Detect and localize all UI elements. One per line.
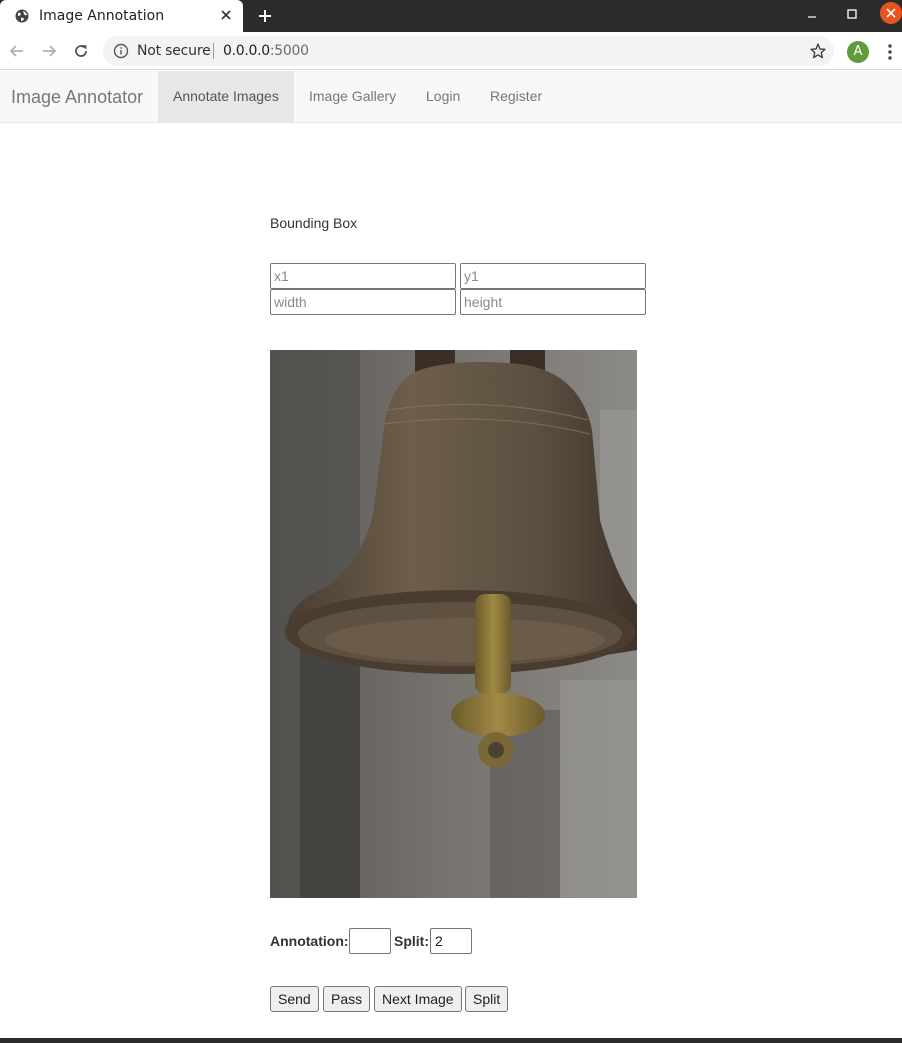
window-bottom-edge: [0, 1038, 902, 1043]
reload-icon[interactable]: [71, 41, 91, 61]
minimize-icon[interactable]: [804, 8, 820, 24]
url-port: :5000: [269, 43, 309, 59]
kebab-menu-icon[interactable]: [882, 42, 898, 62]
browser-tab[interactable]: Image Annotation: [0, 0, 243, 32]
url-host: 0.0.0.0: [223, 43, 270, 59]
security-label: Not secure: [137, 43, 211, 59]
site-navbar: Image Annotator Annotate Images Image Ga…: [0, 71, 902, 123]
height-input[interactable]: [460, 289, 646, 315]
plus-icon[interactable]: [257, 8, 273, 24]
info-icon[interactable]: [113, 43, 129, 59]
y1-input[interactable]: [460, 263, 646, 289]
bell-photo: [270, 350, 637, 898]
close-icon: [886, 8, 896, 18]
tab-title: Image Annotation: [39, 8, 165, 24]
next-image-button[interactable]: Next Image: [374, 986, 462, 1012]
split-input[interactable]: [430, 928, 472, 954]
nav-register[interactable]: Register: [475, 71, 557, 122]
star-icon[interactable]: [809, 42, 827, 60]
nav-image-gallery[interactable]: Image Gallery: [294, 71, 411, 122]
maximize-icon[interactable]: [844, 6, 860, 22]
brand-link[interactable]: Image Annotator: [11, 87, 143, 108]
arrow-right-icon[interactable]: [39, 41, 59, 61]
browser-toolbar: Not secure 0.0.0.0:5000 A: [0, 32, 902, 70]
window-close-button[interactable]: [880, 2, 902, 24]
close-icon[interactable]: [219, 8, 233, 22]
arrow-left-icon[interactable]: [7, 41, 27, 61]
browser-titlebar: Image Annotation: [0, 0, 902, 32]
send-button[interactable]: Send: [270, 986, 319, 1012]
bounding-box-heading: Bounding Box: [270, 215, 358, 231]
pass-button[interactable]: Pass: [323, 986, 371, 1012]
annotation-input[interactable]: [349, 928, 391, 954]
globe-icon: [15, 9, 29, 23]
nav-annotate-images[interactable]: Annotate Images: [158, 71, 294, 122]
annotation-image[interactable]: [270, 350, 637, 898]
annotation-label: Annotation:: [270, 933, 349, 949]
nav-login[interactable]: Login: [411, 71, 475, 122]
url-text: 0.0.0.0:5000: [223, 43, 309, 59]
split-button[interactable]: Split: [465, 986, 509, 1012]
address-separator: [213, 43, 214, 59]
avatar[interactable]: A: [847, 41, 869, 63]
address-bar[interactable]: Not secure 0.0.0.0:5000: [103, 36, 834, 66]
width-input[interactable]: [270, 289, 456, 315]
x1-input[interactable]: [270, 263, 456, 289]
split-label: Split:: [394, 933, 429, 949]
